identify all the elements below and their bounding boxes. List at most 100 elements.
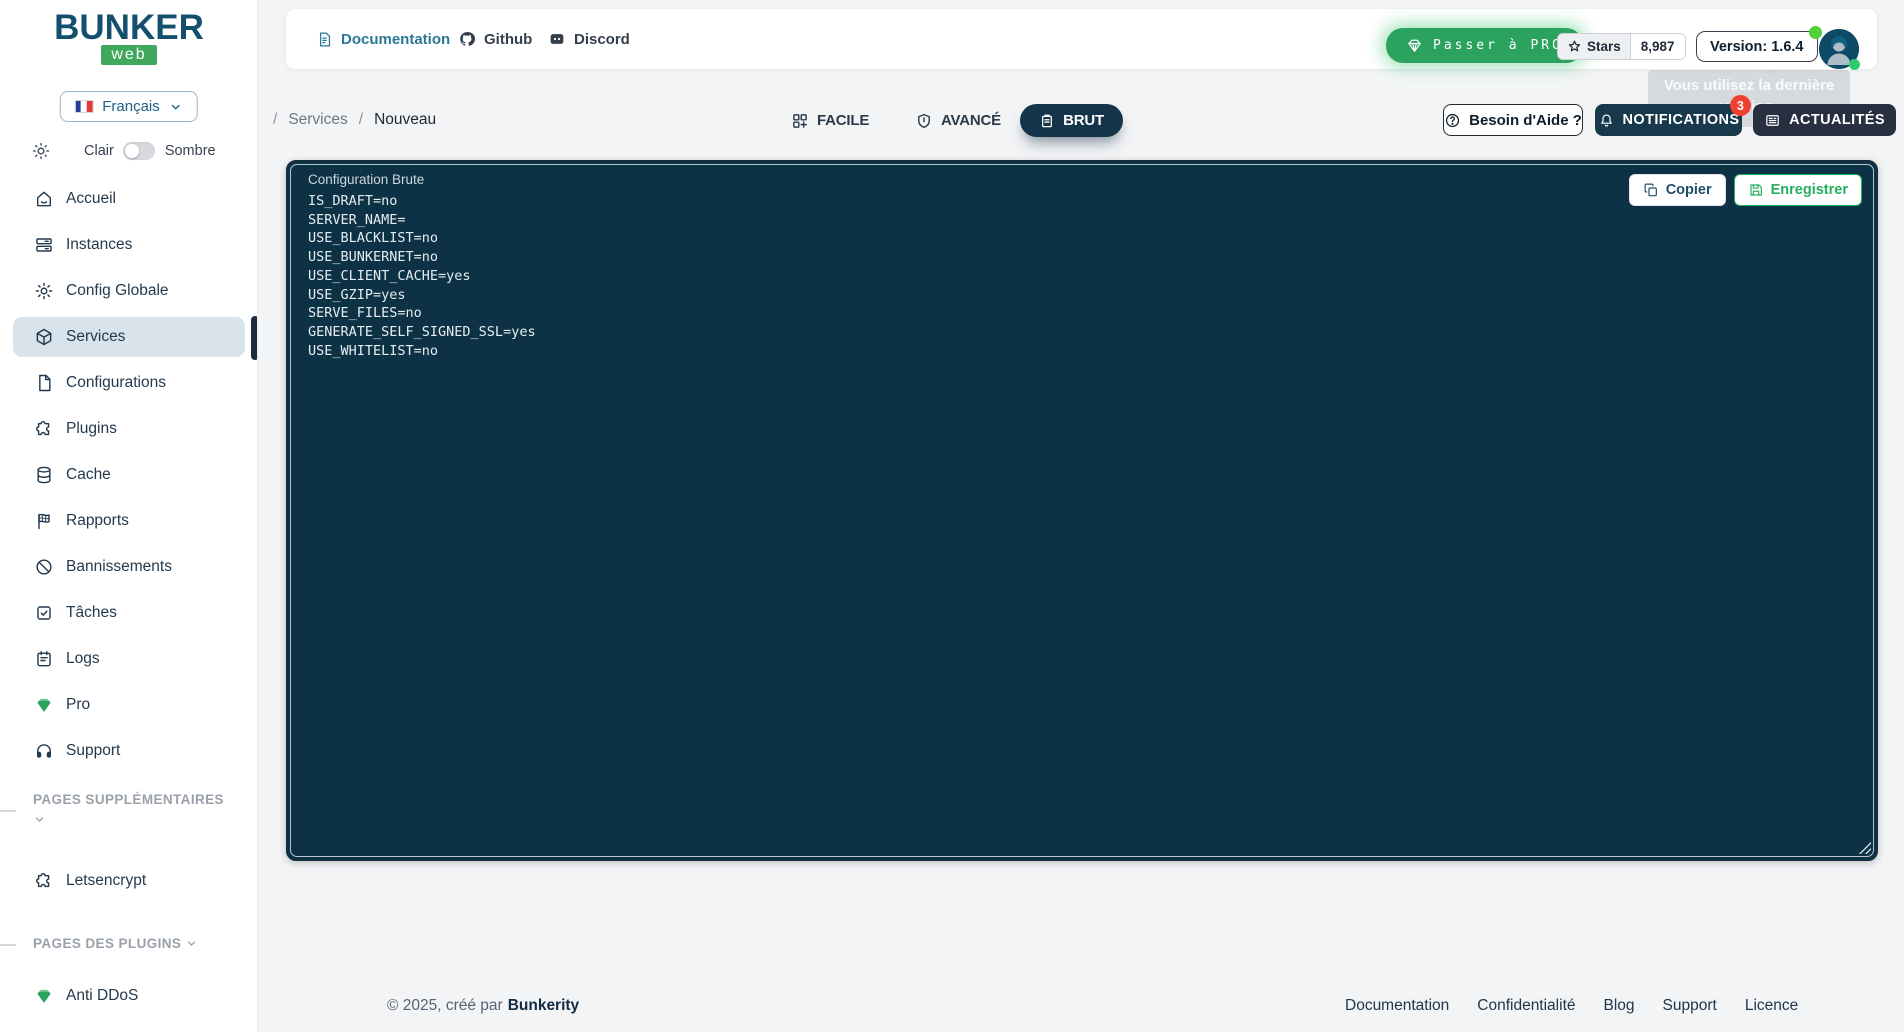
sidebar-nav: Accueil Instances Config Globale Service… — [0, 179, 258, 777]
sidebar-item-services[interactable]: Services — [13, 317, 245, 357]
newspaper-icon — [1764, 112, 1781, 129]
footer-link-blog[interactable]: Blog — [1604, 997, 1635, 1015]
config-textarea[interactable]: IS_DRAFT=no SERVER_NAME= USE_BLACKLIST=n… — [308, 192, 536, 360]
section-dash — [0, 944, 16, 946]
company-link[interactable]: Bunkerity — [508, 997, 580, 1015]
chevron-down-icon[interactable] — [185, 937, 198, 950]
headset-icon — [34, 741, 54, 761]
copy-icon — [1643, 182, 1659, 198]
mode-brut-button[interactable]: BRUT — [1020, 104, 1123, 137]
sidebar-item-logs[interactable]: Logs — [13, 639, 245, 679]
footer-link-confidentialite[interactable]: Confidentialité — [1477, 997, 1575, 1015]
mode-facile-button[interactable]: FACILE — [791, 104, 869, 137]
version-label: Version: 1.6.4 — [1710, 39, 1804, 55]
breadcrumb-separator: / — [359, 111, 363, 129]
github-link[interactable]: Github — [458, 9, 532, 69]
sidebar-item-label: Accueil — [66, 190, 116, 208]
sidebar-item-plugins[interactable]: Plugins — [13, 409, 245, 449]
sidebar-item-label: Instances — [66, 236, 132, 254]
section-label: PAGES DES PLUGINS — [33, 936, 181, 951]
theme-light-label: Clair — [84, 143, 114, 159]
notepad-icon — [34, 649, 54, 669]
grid-plus-icon — [791, 112, 809, 130]
stars-label: Stars — [1587, 39, 1621, 54]
textarea-resize-handle[interactable] — [1856, 839, 1871, 854]
notifications-button[interactable]: NOTIFICATIONS 3 — [1595, 104, 1742, 136]
sidebar-item-partial[interactable] — [13, 1022, 244, 1032]
help-button[interactable]: Besoin d'Aide ? — [1443, 104, 1583, 136]
sidebar-item-bannissements[interactable]: Bannissements — [13, 547, 245, 587]
bunkerweb-logo[interactable]: BUNKER web — [0, 10, 258, 65]
logo-text-web: web — [101, 45, 156, 65]
breadcrumb-current: Nouveau — [374, 111, 436, 129]
upgrade-pro-button[interactable]: Passer à PRO — [1386, 28, 1583, 63]
star-icon — [1567, 39, 1582, 54]
sidebar-item-pro[interactable]: Pro — [13, 685, 245, 725]
section-pages-des-plugins[interactable]: PAGES DES PLUGINS — [33, 934, 241, 954]
news-label: ACTUALITÉS — [1789, 112, 1885, 128]
chevron-down-icon[interactable] — [33, 813, 46, 826]
footer-link-support[interactable]: Support — [1663, 997, 1717, 1015]
sidebar-item-label: Logs — [66, 650, 100, 668]
documentation-label: Documentation — [341, 31, 450, 48]
pro-button-label: Passer à PRO — [1433, 38, 1563, 53]
sidebar-item-accueil[interactable]: Accueil — [13, 179, 245, 219]
section-label: PAGES SUPPLÉMENTAIRES — [33, 792, 224, 807]
sidebar-item-instances[interactable]: Instances — [13, 225, 245, 265]
footer-link-documentation[interactable]: Documentation — [1345, 997, 1449, 1015]
language-selector[interactable]: Français — [59, 91, 198, 122]
sidebar-item-anti-ddos[interactable]: Anti DDoS — [13, 976, 244, 1016]
theme-toggle[interactable] — [123, 142, 155, 160]
document-icon — [316, 31, 333, 48]
sidebar-item-config-globale[interactable]: Config Globale — [13, 271, 245, 311]
sidebar-item-label: Services — [66, 328, 125, 346]
copy-button[interactable]: Copier — [1629, 174, 1726, 206]
mode-avance-button[interactable]: AVANCÉ — [915, 104, 1001, 137]
news-button[interactable]: ACTUALITÉS — [1753, 104, 1896, 136]
save-button-label: Enregistrer — [1771, 182, 1848, 198]
question-circle-icon — [1444, 112, 1461, 129]
gem-icon — [1406, 37, 1423, 54]
sun-icon — [31, 141, 51, 161]
raw-config-editor[interactable]: Configuration Brute IS_DRAFT=no SERVER_N… — [286, 160, 1878, 861]
sidebar-item-label: Pro — [66, 696, 90, 714]
sidebar-item-rapports[interactable]: Rapports — [13, 501, 245, 541]
documentation-link[interactable]: Documentation — [316, 9, 450, 69]
sidebar-item-configurations[interactable]: Configurations — [13, 363, 245, 403]
mode-label: FACILE — [817, 112, 869, 129]
sidebar-scrollbar-thumb[interactable] — [251, 316, 258, 360]
section-pages-supplementaires[interactable]: PAGES SUPPLÉMENTAIRES — [33, 790, 241, 830]
discord-link[interactable]: Discord — [548, 9, 630, 69]
sidebar-item-letsencrypt[interactable]: Letsencrypt — [13, 861, 244, 901]
github-stars-badge[interactable]: Stars 8,987 — [1557, 33, 1686, 60]
logo-text-bunker: BUNKER — [0, 10, 258, 46]
bunkerweb-app: BUNKER web Français Clair Sombre Accueil… — [0, 0, 1904, 1032]
sidebar-item-taches[interactable]: Tâches — [13, 593, 245, 633]
puzzle-icon — [34, 419, 54, 439]
toggle-knob — [125, 144, 139, 158]
stars-count: 8,987 — [1631, 34, 1685, 59]
footer-copyright: © 2025, créé par Bunkerity — [387, 997, 579, 1015]
footer-link-licence[interactable]: Licence — [1745, 997, 1798, 1015]
sidebar-item-support[interactable]: Support — [13, 731, 245, 771]
online-status-dot — [1849, 59, 1860, 70]
sidebar-item-label: Letsencrypt — [66, 872, 146, 890]
breadcrumb-services[interactable]: Services — [288, 111, 347, 129]
sidebar-item-label: Support — [66, 742, 120, 760]
servers-icon — [34, 235, 54, 255]
language-label: Français — [102, 98, 160, 115]
version-badge[interactable]: Version: 1.6.4 — [1696, 31, 1818, 62]
gem-icon — [34, 695, 54, 715]
clipboard-check-icon — [34, 603, 54, 623]
sidebar-item-label: Config Globale — [66, 282, 169, 300]
editor-label: Configuration Brute — [308, 172, 424, 187]
chevron-down-icon — [169, 100, 183, 114]
save-button[interactable]: Enregistrer — [1734, 174, 1862, 206]
section-dash — [0, 810, 16, 812]
cube-icon — [34, 327, 54, 347]
discord-icon — [548, 30, 566, 48]
user-avatar[interactable] — [1819, 29, 1859, 69]
top-header: Documentation Github Discord Passer à PR… — [285, 8, 1878, 70]
sidebar-item-cache[interactable]: Cache — [13, 455, 245, 495]
discord-label: Discord — [574, 31, 630, 48]
